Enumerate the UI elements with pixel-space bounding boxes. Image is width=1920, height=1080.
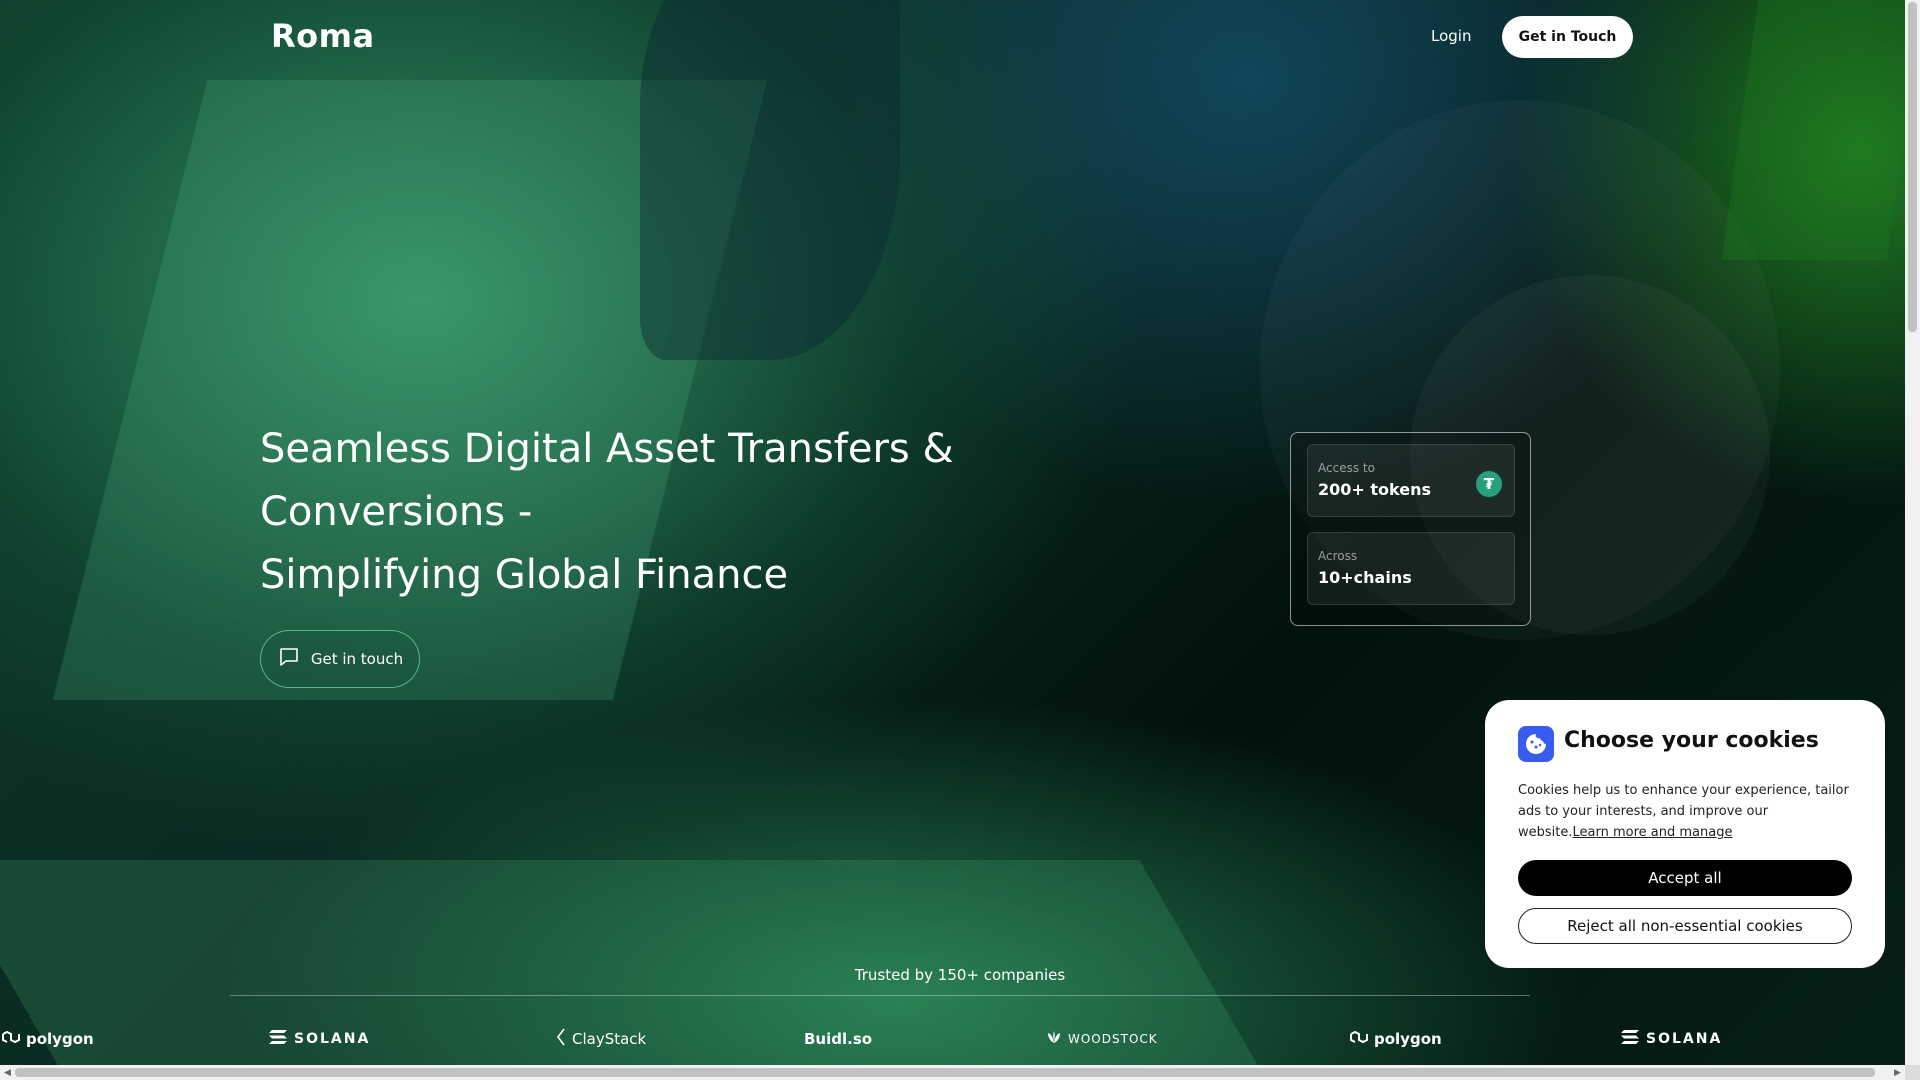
stat-card-chains: Across 10+chains [1307,532,1515,605]
cookie-title: Choose your cookies [1564,728,1819,753]
hero-title: Seamless Digital Asset Transfers & Conve… [260,418,1020,607]
partner-logo-claystack: ClayStack [556,1027,646,1051]
hero-background: Roma Login Get in Touch Seamless Digital… [0,0,1905,1065]
bg-shape [1721,0,1905,260]
partner-name: ClayStack [572,1030,647,1048]
partner-logo-woodstock: WOODSTOCK [1046,1027,1158,1051]
hero-title-line: Seamless Digital Asset Transfers & [260,426,954,472]
scroll-left-icon[interactable]: ◀ [0,1065,15,1080]
claystack-icon [556,1028,566,1050]
partner-logo-polygon: polygon [0,1027,94,1051]
partner-name: Buidl.so [804,1030,873,1048]
scrollbar-corner [1905,1065,1920,1080]
solana-icon [1620,1029,1640,1049]
chat-bubble-icon [277,645,301,673]
stat-value: 200+ tokens [1318,480,1431,499]
site-logo[interactable]: Roma [271,17,375,55]
partner-name: WOODSTOCK [1068,1032,1158,1046]
get-in-touch-header-button[interactable]: Get in Touch [1502,16,1633,58]
stat-value: 10+chains [1318,568,1412,587]
solana-icon [268,1029,288,1049]
polygon-icon [1348,1029,1368,1049]
hero-title-line: Conversions - [260,489,533,535]
horizontal-scrollbar[interactable]: ◀ ▶ [0,1065,1905,1080]
hero-title-line: Simplifying Global Finance [260,552,789,598]
reject-non-essential-button[interactable]: Reject all non-essential cookies [1518,908,1852,944]
polygon-icon [0,1029,20,1049]
cookie-icon [1518,726,1554,762]
hero-button-label: Get in touch [310,650,404,668]
stat-label: Access to [1318,461,1375,475]
learn-more-link[interactable]: Learn more and manage [1573,825,1733,840]
partner-name: polygon [26,1030,94,1048]
accept-all-button[interactable]: Accept all [1518,860,1852,896]
stats-panel: Access to 200+ tokens ₮ Across 10+chains [1290,432,1531,626]
partner-logo-buidl: Buidl.so [804,1027,872,1051]
partner-name: SOLANA [1646,1031,1723,1047]
woodstock-icon [1046,1029,1062,1049]
scrollbar-thumb[interactable] [1908,2,1917,332]
cookie-consent-dialog: Choose your cookies Cookies help us to e… [1485,700,1885,968]
partner-name: polygon [1374,1030,1442,1048]
trusted-by-label: Trusted by 150+ companies [854,966,1066,984]
stat-label: Across [1318,549,1358,563]
partner-logo-solana: SOLANA [1620,1027,1722,1051]
partner-logo-polygon: polygon [1348,1027,1442,1051]
partner-name: SOLANA [294,1031,371,1047]
cookie-description: Cookies help us to enhance your experien… [1518,780,1858,843]
get-in-touch-hero-button[interactable]: Get in touch [260,630,420,688]
scrollbar-thumb[interactable] [15,1068,1875,1077]
partner-logo-solana: SOLANA [268,1027,370,1051]
tether-icon: ₮ [1476,471,1502,497]
divider [230,995,1530,996]
vertical-scrollbar[interactable] [1905,0,1920,1065]
scroll-right-icon[interactable]: ▶ [1890,1065,1905,1080]
login-link[interactable]: Login [1431,27,1471,45]
stat-card-tokens: Access to 200+ tokens ₮ [1307,444,1515,517]
bg-shape [640,0,900,360]
